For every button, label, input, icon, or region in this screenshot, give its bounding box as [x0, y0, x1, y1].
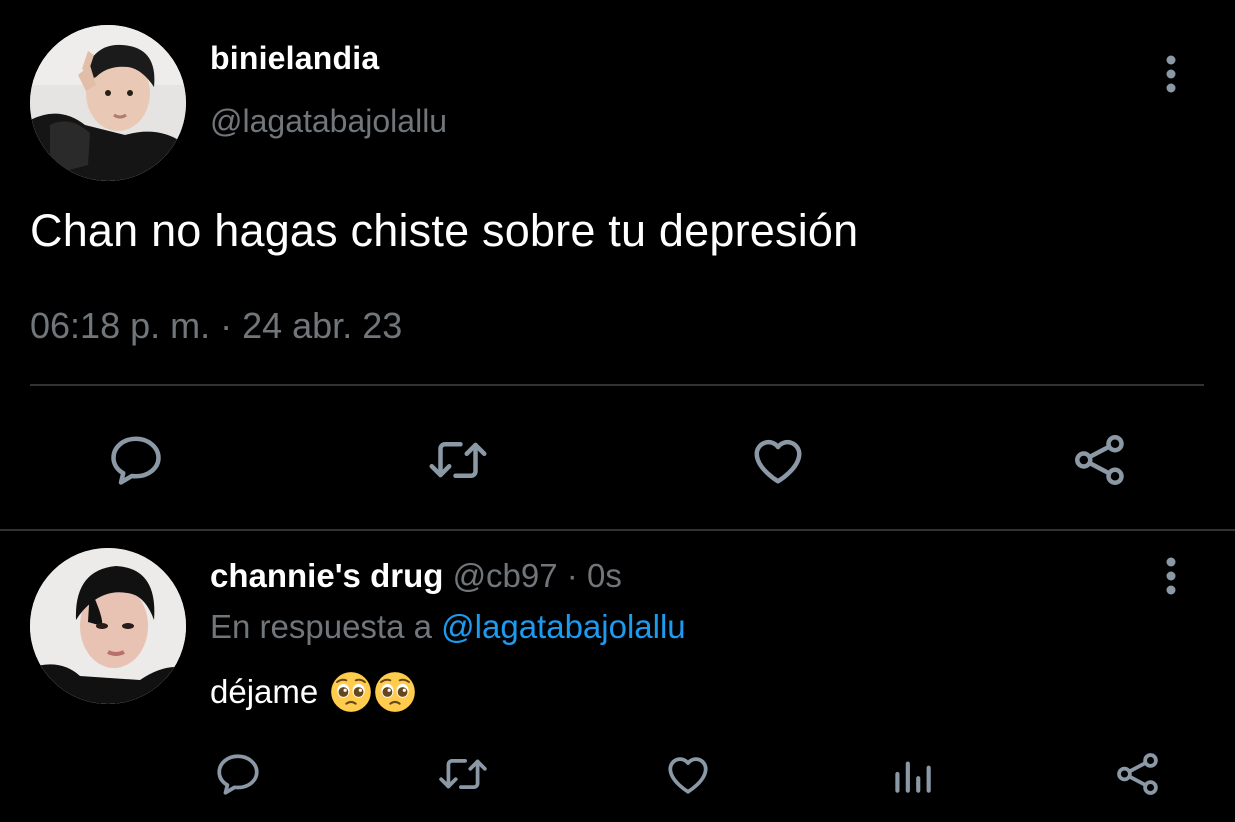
reply-button[interactable]: [104, 428, 168, 492]
replying-to-label: En respuesta a: [210, 608, 432, 645]
reply-reply-button[interactable]: [212, 748, 264, 800]
pleading-face-emoji: [331, 672, 372, 712]
reply-tweet-handle[interactable]: @cb97: [453, 557, 558, 594]
reply-tweet-text: déjame: [210, 673, 319, 710]
reply-tweet-header: channie's drug @cb97 · 0s: [210, 557, 622, 595]
replying-to-line: En respuesta a @lagatabajolallu: [210, 608, 686, 646]
main-tweet-display-name[interactable]: binielandia: [210, 40, 379, 77]
main-tweet-handle[interactable]: @lagatabajolallu: [210, 103, 447, 140]
more-vertical-icon[interactable]: [1155, 52, 1187, 100]
main-tweet-text: Chan no hagas chiste sobre tu depresión: [30, 205, 859, 256]
like-button[interactable]: [746, 428, 810, 492]
main-tweet-timestamp[interactable]: 06:18 p. m. · 24 abr. 23: [30, 305, 402, 347]
section-divider: [0, 529, 1235, 531]
reply-retweet-button[interactable]: [434, 748, 492, 800]
header-separator: ·: [566, 557, 578, 594]
more-vertical-icon[interactable]: [1155, 556, 1187, 600]
comment-icon: [111, 436, 161, 485]
share-button[interactable]: [1068, 428, 1132, 492]
retweet-button[interactable]: [424, 428, 492, 492]
reply-share-button[interactable]: [1112, 748, 1164, 800]
retweet-icon: [439, 759, 487, 789]
heart-icon: [754, 439, 802, 484]
analytics-icon: [895, 761, 931, 793]
divider: [30, 384, 1204, 386]
reply-tweet-avatar[interactable]: [30, 548, 186, 704]
main-tweet-avatar[interactable]: [30, 25, 186, 181]
comment-icon: [217, 754, 259, 795]
reply-tweet-display-name[interactable]: channie's drug: [210, 557, 443, 594]
reply-views-button[interactable]: [886, 748, 938, 800]
reply-tweet-body: déjame: [210, 671, 416, 713]
replying-to-mention[interactable]: @lagatabajolallu: [441, 608, 686, 645]
share-icon: [1117, 753, 1158, 795]
retweet-icon: [429, 442, 487, 478]
pleading-face-emoji: [375, 672, 416, 712]
heart-icon: [668, 757, 708, 794]
share-icon: [1075, 435, 1124, 485]
reply-like-button[interactable]: [662, 748, 714, 800]
reply-tweet-age[interactable]: 0s: [587, 557, 622, 594]
